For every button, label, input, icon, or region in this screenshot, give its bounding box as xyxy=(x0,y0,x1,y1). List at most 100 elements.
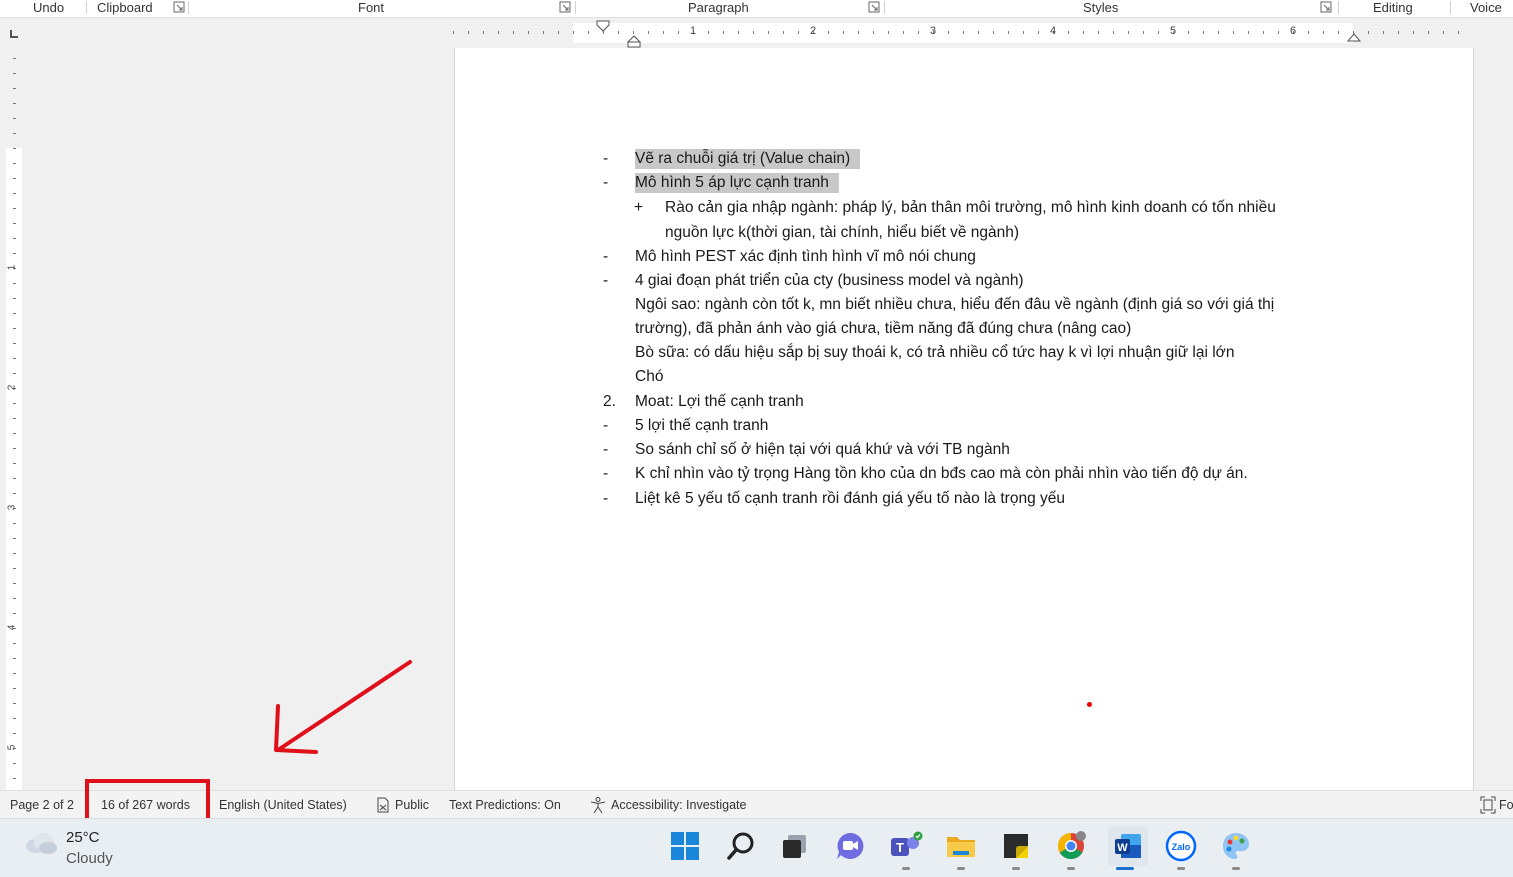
list-item[interactable]: Moat: Lợi thế cạnh tranh xyxy=(635,392,804,412)
ruler-tick xyxy=(1383,31,1384,34)
chat-button[interactable] xyxy=(833,829,867,863)
list-item[interactable]: 4 giai đoạn phát triển của cty (business… xyxy=(635,271,1024,291)
search-button[interactable] xyxy=(724,829,758,863)
weather-condition[interactable]: Cloudy xyxy=(66,850,113,867)
sensitivity-label-icon[interactable] xyxy=(376,797,390,813)
vertical-ruler-tick xyxy=(13,613,16,614)
list-marker: - xyxy=(603,441,609,458)
font-launcher-icon[interactable] xyxy=(559,1,571,13)
vertical-ruler-tick xyxy=(13,118,16,119)
teams-button[interactable]: T xyxy=(889,829,923,863)
list-number: 2. xyxy=(603,393,616,410)
tab-selector-icon[interactable] xyxy=(10,30,18,38)
ribbon-group-voice[interactable]: Voice xyxy=(1470,0,1502,15)
paragraph-line[interactable]: Ngôi sao: ngành còn tốt k, mn biết nhiều… xyxy=(635,295,1274,315)
ruler-tick xyxy=(1068,31,1069,34)
paragraph-line[interactable]: Chó xyxy=(635,367,663,387)
start-button[interactable] xyxy=(668,829,702,863)
ruler-tick xyxy=(468,31,469,34)
list-item[interactable]: 5 lợi thế cạnh tranh xyxy=(635,416,768,436)
vertical-ruler-tick xyxy=(13,718,16,719)
vertical-ruler-tick xyxy=(13,733,16,734)
list-item[interactable]: So sánh chỉ số ở hiện tại với quá khứ và… xyxy=(635,440,1010,460)
word-button[interactable]: W xyxy=(1108,826,1148,866)
sensitivity-label[interactable]: Public xyxy=(395,798,429,812)
focus-label[interactable]: Fo xyxy=(1499,798,1513,812)
clipboard-launcher-icon[interactable] xyxy=(173,1,185,13)
cloudy-weather-icon[interactable] xyxy=(24,829,58,857)
ribbon-group-font[interactable]: Font xyxy=(358,0,384,15)
sticky-notes-button[interactable] xyxy=(999,829,1033,863)
task-view-icon xyxy=(783,835,806,858)
vertical-ruler-tick xyxy=(13,598,16,599)
first-line-indent-marker-icon[interactable] xyxy=(596,20,610,32)
styles-launcher-icon[interactable] xyxy=(1320,1,1332,13)
ribbon-group-undo[interactable]: Undo xyxy=(33,0,64,15)
horizontal-ruler[interactable]: 1 2 3 4 5 6 xyxy=(0,19,1513,48)
zalo-button[interactable]: Zalo xyxy=(1164,829,1198,863)
text-predictions-status[interactable]: Text Predictions: On xyxy=(449,798,561,812)
ribbon-group-editing[interactable]: Editing xyxy=(1373,0,1413,15)
chrome-button[interactable] xyxy=(1054,829,1088,863)
list-marker: - xyxy=(603,150,609,167)
paragraph-line[interactable]: Bò sữa: có dấu hiệu sắp bị suy thoái k, … xyxy=(635,343,1234,363)
task-view-button[interactable] xyxy=(778,829,812,863)
focus-mode-icon[interactable] xyxy=(1480,796,1496,814)
list-item[interactable]: Mô hình PEST xác định tình hình vĩ mô nó… xyxy=(635,247,976,267)
ruler-tick xyxy=(723,31,724,34)
vertical-ruler-tick xyxy=(13,688,16,689)
ribbon-group-styles[interactable]: Styles xyxy=(1083,0,1118,15)
accessibility-status[interactable]: Accessibility: Investigate xyxy=(611,798,746,812)
list-marker: - xyxy=(603,465,609,482)
ribbon-separator xyxy=(884,1,885,14)
list-item[interactable]: K chỉ nhìn vào tỷ trọng Hàng tồn kho của… xyxy=(635,464,1248,484)
ribbon-group-clipboard[interactable]: Clipboard xyxy=(97,0,153,15)
ruler-tick xyxy=(1218,31,1219,34)
language-indicator[interactable]: English (United States) xyxy=(219,798,347,812)
accessibility-icon[interactable] xyxy=(589,796,607,814)
ruler-tick xyxy=(738,31,739,34)
ruler-number: 3 xyxy=(929,25,937,37)
ruler-tick xyxy=(1038,31,1039,34)
list-item[interactable]: Mô hình 5 áp lực cạnh tranh xyxy=(635,173,839,193)
ruler-tick xyxy=(498,31,499,34)
vertical-ruler-tick xyxy=(13,298,16,299)
folder-icon xyxy=(947,837,975,857)
list-marker: + xyxy=(634,199,644,216)
ruler-tick xyxy=(1143,31,1144,34)
vertical-ruler-tick xyxy=(13,253,16,254)
ruler-number: 2 xyxy=(809,25,817,37)
running-indicator xyxy=(902,867,910,870)
right-indent-marker-icon[interactable] xyxy=(1347,31,1361,43)
paragraph-launcher-icon[interactable] xyxy=(868,1,880,13)
vertical-ruler-tick xyxy=(13,283,16,284)
ruler-number: 5 xyxy=(1169,25,1177,37)
list-item[interactable]: Rào cản gia nhập ngành: pháp lý, bản thâ… xyxy=(665,198,1276,218)
paragraph-line[interactable]: trường), đã phản ánh vào giá chưa, tiềm … xyxy=(635,319,1131,339)
paint-button[interactable] xyxy=(1219,829,1253,863)
vertical-ruler-tick xyxy=(13,403,16,404)
vertical-ruler-number: 3 xyxy=(6,504,18,511)
weather-temperature[interactable]: 25°C xyxy=(66,829,100,846)
list-item[interactable]: Vẽ ra chuỗi giá trị (Value chain) xyxy=(635,149,861,169)
vertical-ruler-tick xyxy=(13,373,16,374)
vertical-ruler-tick xyxy=(13,583,16,584)
page-count[interactable]: Page 2 of 2 xyxy=(10,798,74,812)
ruler-tick xyxy=(1098,31,1099,34)
word-icon: W xyxy=(1115,834,1141,858)
vertical-ruler-tick xyxy=(13,658,16,659)
vertical-ruler[interactable]: 1 2 3 4 5 xyxy=(0,48,30,790)
ribbon-group-paragraph[interactable]: Paragraph xyxy=(688,0,749,15)
list-item[interactable]: Liệt kê 5 yếu tố cạnh tranh rồi đánh giá… xyxy=(635,489,1065,509)
svg-text:Zalo: Zalo xyxy=(1172,842,1191,852)
vertical-ruler-tick xyxy=(13,538,16,539)
ruler-tick xyxy=(1323,31,1324,34)
document-page[interactable]: - Vẽ ra chuỗi giá trị (Value chain) - Mô… xyxy=(454,48,1474,790)
list-item-continuation[interactable]: nguồn lực k(thời gian, tài chính, hiểu b… xyxy=(665,223,1019,243)
vertical-ruler-tick xyxy=(13,493,16,494)
vertical-ruler-tick xyxy=(13,328,16,329)
hanging-indent-marker-icon[interactable] xyxy=(627,34,641,48)
file-explorer-button[interactable] xyxy=(944,829,978,863)
vertical-ruler-tick xyxy=(13,478,16,479)
vertical-ruler-text-area xyxy=(6,148,22,790)
